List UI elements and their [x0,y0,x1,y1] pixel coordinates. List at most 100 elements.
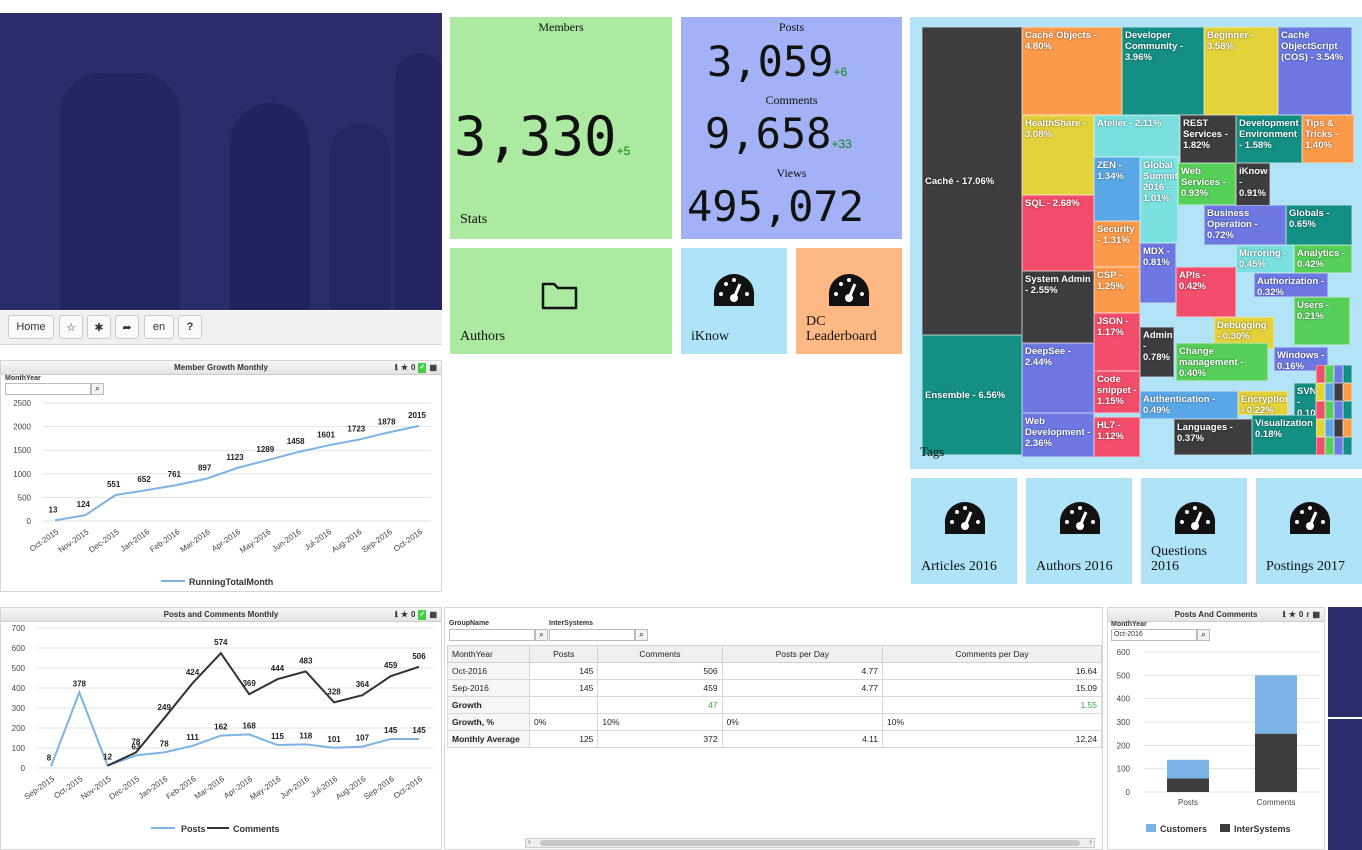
treemap-cell[interactable]: Visualization - 0.18% [1252,415,1326,455]
treemap-cell-small[interactable] [1334,383,1343,401]
treemap-cell-small[interactable] [1343,401,1352,419]
info-icon[interactable]: ℹ [1283,608,1286,622]
dc-leaderboard-tile[interactable]: DC Leaderboard [796,248,902,354]
treemap-cell-small[interactable] [1316,365,1325,383]
posts-stats-tile[interactable]: Posts 3,059+6 Comments 9,658+33 Views 49… [681,17,902,239]
column-header[interactable]: MonthYear [447,645,530,663]
column-header[interactable]: Comments per Day [882,645,1102,663]
table-icon[interactable]: ▦ [1312,608,1320,622]
table-row[interactable]: Growth 47 1.55 [447,696,1102,714]
treemap-cell-small[interactable] [1334,401,1343,419]
scrollbar-thumb[interactable] [540,840,1080,846]
treemap-cell-small[interactable] [1325,365,1334,383]
treemap-cell-small[interactable] [1343,419,1352,437]
treemap-cell[interactable]: HealthShare - 3.08% [1022,115,1094,195]
treemap-cell[interactable]: Developer Community - 3.96% [1122,27,1204,115]
treemap-cell[interactable]: Caché - 17.06% [922,27,1022,335]
zero-icon[interactable]: 0 [411,608,415,622]
treemap-cell[interactable]: Web Services - 0.93% [1178,163,1236,205]
treemap-cell[interactable]: Globals - 0.65% [1286,205,1352,245]
treemap-cell[interactable]: Business Operation - 0.72% [1204,205,1286,245]
table-row[interactable]: Monthly Average 125 372 4.11 12.24 [447,730,1102,748]
favorite-button[interactable]: ☆ [59,315,83,339]
postings-2017-tile[interactable]: Postings 2017 [1256,478,1362,584]
scroll-right-icon[interactable]: › [1089,837,1092,846]
treemap-cell-small[interactable] [1343,383,1352,401]
info-icon[interactable]: ℹ [395,361,398,375]
treemap-cell[interactable]: MDX - 0.81% [1140,243,1176,303]
treemap-cell[interactable]: SQL - 2.68% [1022,195,1094,271]
treemap-cell[interactable]: ZEN - 1.34% [1094,157,1140,221]
share-button[interactable]: ➦ [115,315,139,339]
treemap-cell[interactable]: Encryption - 0.22% [1238,391,1288,415]
questions-2016-tile[interactable]: Questions 2016 [1141,478,1247,584]
table-icon[interactable]: ▦ [429,361,437,375]
search-button[interactable]: ⌕ [635,629,648,641]
groupname-filter[interactable] [449,629,535,641]
treemap-cell-small[interactable] [1343,365,1352,383]
scroll-left-icon[interactable]: ‹ [528,837,531,846]
column-header[interactable]: Posts [528,645,599,663]
treemap-cell[interactable]: Languages - 0.37% [1174,419,1252,455]
authors-2016-tile[interactable]: Authors 2016 [1026,478,1132,584]
search-button[interactable]: ⌕ [91,383,104,395]
month-year-filter[interactable] [5,383,91,395]
treemap-cell[interactable]: Web Development - 2.36% [1022,413,1094,457]
treemap-cell[interactable]: JSON - 1.17% [1094,313,1140,371]
table-icon[interactable]: ▦ [429,608,437,622]
star-icon[interactable]: ★ [1289,608,1296,622]
treemap-cell[interactable]: Atelier - 2.11% [1094,115,1180,157]
treemap-cell-small[interactable] [1334,419,1343,437]
horizontal-scrollbar[interactable]: ‹ › [525,837,1095,848]
zero-icon[interactable]: 0 [1299,608,1303,622]
table-row[interactable]: Oct-2016 145 506 4.77 16.64 [447,662,1102,680]
treemap-cell[interactable]: iKnow - 0.91% [1236,163,1270,209]
treemap-cell[interactable]: Beginner - 3.58% [1204,27,1278,115]
treemap-cell[interactable]: Caché Objects - 4.80% [1022,27,1122,115]
treemap-cell-small[interactable] [1325,401,1334,419]
table-row[interactable]: Growth, % 0% 10% 0% 10% [447,713,1102,731]
members-stats-tile[interactable]: Members 3,330+5 Stats [450,17,672,239]
column-header[interactable]: Posts per Day [721,645,884,663]
iknow-tile[interactable]: iKnow [681,248,787,354]
treemap-cell[interactable]: Caché ObjectScript (COS) - 3.54% [1278,27,1352,115]
intersystems-filter[interactable] [549,629,635,641]
treemap-cell[interactable]: Users - 0.21% [1294,297,1350,345]
treemap-cell-small[interactable] [1316,383,1325,401]
treemap-cell[interactable]: Ensemble - 6.56% [922,335,1022,455]
settings-button[interactable]: ✱ [87,315,111,339]
column-header[interactable]: Comments [597,645,723,663]
treemap-cell-small[interactable] [1316,437,1325,455]
star-icon[interactable]: ★ [401,361,408,375]
articles-2016-tile[interactable]: Articles 2016 [911,478,1017,584]
treemap-cell[interactable]: HL7 - 1.12% [1094,417,1140,457]
language-button[interactable]: en [144,315,174,339]
treemap-cell-small[interactable] [1316,401,1325,419]
search-button[interactable]: ⌕ [535,629,548,641]
treemap-cell[interactable]: Tips & Tricks - 1.40% [1302,115,1354,163]
treemap-cell[interactable]: Development Environment - 1.58% [1236,115,1302,163]
treemap-cell[interactable]: Mirroring - 0.45% [1236,245,1294,273]
check-icon[interactable]: ✓ [418,610,427,620]
home-button[interactable]: Home [8,315,54,339]
info-icon[interactable]: ℹ [395,608,398,622]
treemap-cell[interactable]: CSP - 1.25% [1094,267,1140,313]
treemap-cell[interactable]: Authorization - 0.32% [1254,273,1328,297]
treemap-cell-small[interactable] [1325,383,1334,401]
treemap-cell[interactable]: Authentication - 0.49% [1140,391,1238,419]
treemap-cell[interactable]: Global Summit 2016 - 1.01% [1140,157,1178,243]
star-icon[interactable]: ★ [401,608,408,622]
zero-icon[interactable]: 0 [411,361,415,375]
treemap-cell-small[interactable] [1325,437,1334,455]
month-year-filter[interactable]: Oct-2016 [1111,629,1197,641]
treemap-cell[interactable]: Analytics - 0.42% [1294,245,1352,273]
help-button[interactable]: ? [178,315,202,339]
check-icon[interactable]: r [1306,608,1309,622]
treemap-cell[interactable]: APIs - 0.42% [1176,267,1236,317]
treemap-cell[interactable]: DeepSee - 2.44% [1022,343,1094,413]
treemap-cell-small[interactable] [1334,437,1343,455]
treemap-cell[interactable]: Change management - 0.40% [1176,343,1268,381]
treemap-cell[interactable]: REST Services - 1.82% [1180,115,1236,163]
search-button[interactable]: ⌕ [1197,629,1210,641]
treemap-cell[interactable]: Admin - 0.78% [1140,327,1174,377]
